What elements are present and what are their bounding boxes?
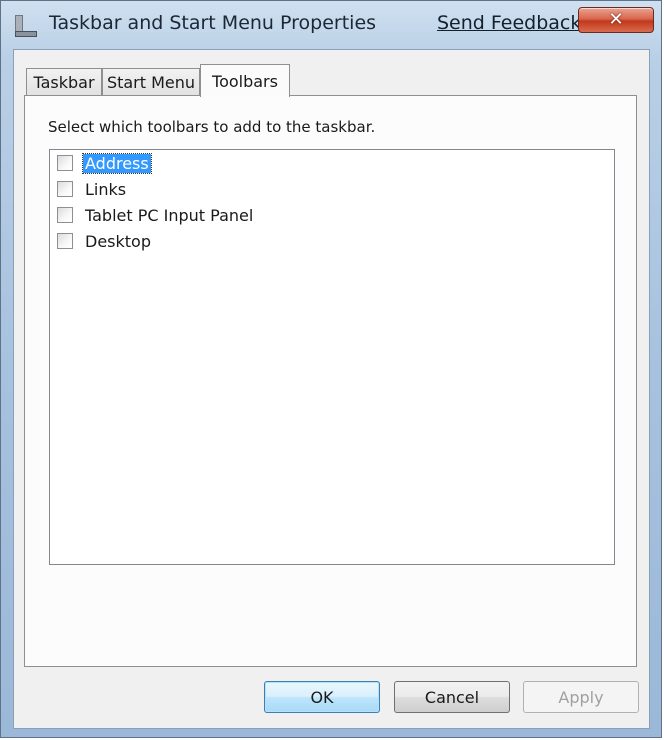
list-item-address[interactable]: Address bbox=[57, 151, 152, 175]
taskbar-properties-icon bbox=[15, 15, 37, 37]
close-icon: ✕ bbox=[608, 9, 624, 30]
desktop-checkbox[interactable] bbox=[57, 233, 73, 249]
instruction-text: Select which toolbars to add to the task… bbox=[48, 118, 376, 136]
list-item-desktop[interactable]: Desktop bbox=[57, 229, 153, 253]
list-item-label: Desktop bbox=[85, 231, 151, 251]
list-item-links[interactable]: Links bbox=[57, 177, 128, 201]
close-button[interactable]: ✕ bbox=[578, 7, 654, 33]
list-item-label: Address bbox=[82, 152, 152, 174]
tab-toolbars[interactable]: Toolbars bbox=[200, 64, 290, 97]
toolbars-tab-panel: Select which toolbars to add to the task… bbox=[24, 95, 637, 667]
address-checkbox[interactable] bbox=[57, 155, 73, 171]
list-item-label: Tablet PC Input Panel bbox=[85, 205, 254, 225]
dialog-body: Taskbar Start Menu Toolbars Select which… bbox=[13, 49, 650, 729]
tab-start-menu[interactable]: Start Menu bbox=[102, 68, 200, 95]
list-item-tablet-pc-input-panel[interactable]: Tablet PC Input Panel bbox=[57, 203, 255, 227]
window-title: Taskbar and Start Menu Properties bbox=[49, 12, 377, 34]
tablet-pc-input-panel-checkbox[interactable] bbox=[57, 207, 73, 223]
list-item-label: Links bbox=[85, 179, 127, 199]
cancel-button[interactable]: Cancel bbox=[394, 681, 510, 713]
ok-button[interactable]: OK bbox=[264, 681, 380, 713]
toolbar-list[interactable]: Address Links Tablet PC Input Panel Desk… bbox=[49, 149, 615, 565]
apply-button[interactable]: Apply bbox=[523, 681, 639, 713]
tab-taskbar[interactable]: Taskbar bbox=[26, 68, 102, 95]
title-bar[interactable]: Taskbar and Start Menu Properties Send F… bbox=[1, 1, 663, 49]
properties-window: Taskbar and Start Menu Properties Send F… bbox=[0, 0, 662, 738]
send-feedback-link[interactable]: Send Feedback bbox=[437, 12, 581, 34]
links-checkbox[interactable] bbox=[57, 181, 73, 197]
